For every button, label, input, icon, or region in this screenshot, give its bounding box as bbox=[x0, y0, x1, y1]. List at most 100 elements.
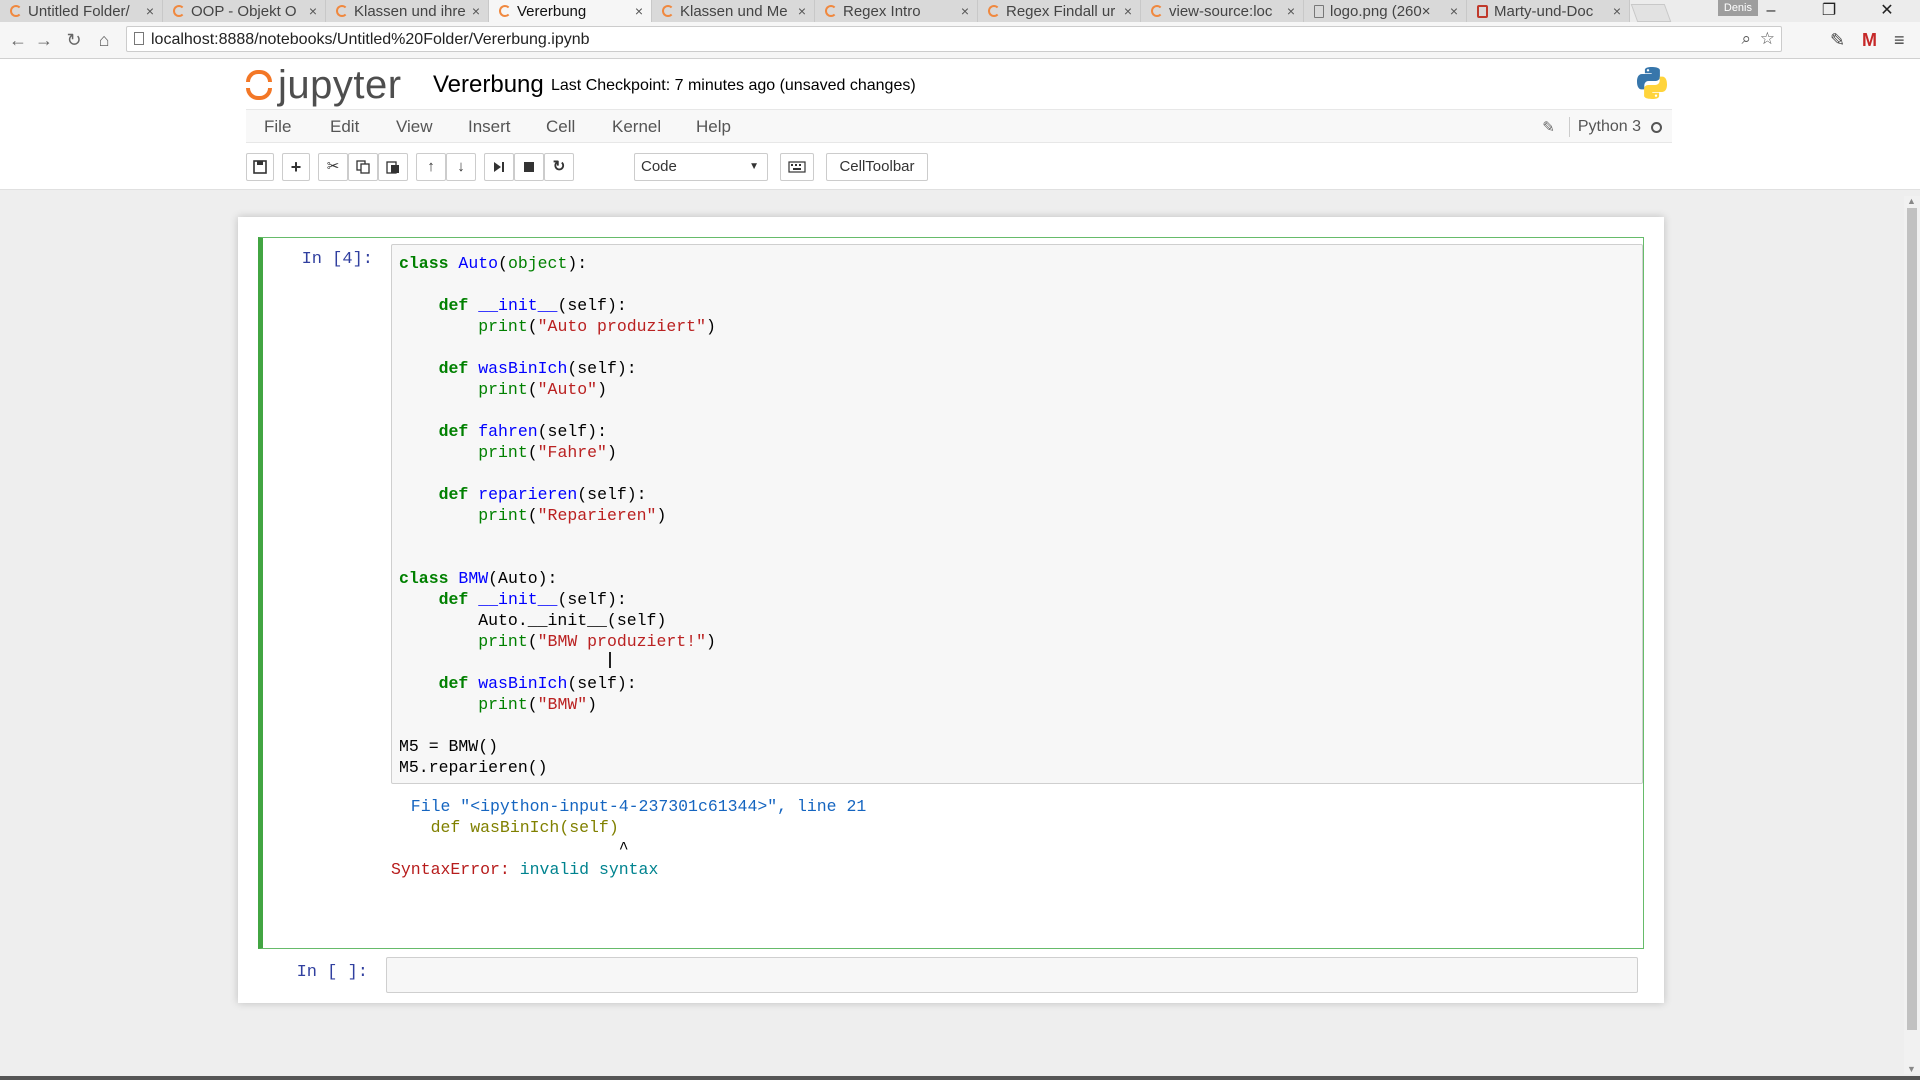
kernel-name[interactable]: Python 3 bbox=[1578, 118, 1641, 136]
scissors-icon: ✂ bbox=[326, 158, 340, 175]
stop-icon bbox=[524, 162, 534, 173]
move-up-button[interactable]: ↑ bbox=[416, 153, 446, 181]
omnibox[interactable]: ⌕ ☆ bbox=[126, 26, 1782, 52]
browser-tab[interactable]: logo.png (260× × bbox=[1304, 0, 1467, 22]
back-icon[interactable]: ← bbox=[6, 28, 30, 52]
tab-label: Marty-und-Doc bbox=[1494, 2, 1594, 20]
close-tab-icon[interactable]: × bbox=[631, 3, 647, 19]
code-cell-empty[interactable]: In [ ]: bbox=[258, 953, 1644, 997]
menu-help[interactable]: Help bbox=[696, 117, 731, 137]
close-tab-icon[interactable]: × bbox=[1446, 3, 1462, 19]
close-tab-icon[interactable]: × bbox=[1283, 3, 1299, 19]
scroll-up-icon[interactable]: ▲ bbox=[1907, 196, 1916, 206]
browser-tab[interactable]: Marty-und-Doc × bbox=[1467, 0, 1630, 22]
copy-icon bbox=[356, 160, 370, 174]
input-prompt: In [4]: bbox=[301, 250, 373, 269]
code-cell-selected[interactable]: In [4]: class Auto(object): def __init__… bbox=[258, 237, 1644, 949]
minimize-button[interactable]: – bbox=[1742, 0, 1800, 22]
browser-tab[interactable]: Untitled Folder/ × bbox=[0, 0, 163, 22]
notebook-title[interactable]: Vererbung bbox=[433, 71, 544, 99]
scroll-down-icon[interactable]: ▼ bbox=[1907, 1064, 1916, 1074]
new-tab-button[interactable] bbox=[1630, 4, 1672, 22]
input-prompt-empty: In [ ]: bbox=[296, 963, 368, 982]
vertical-scrollbar[interactable]: ▲ ▼ bbox=[1904, 196, 1920, 1074]
scrollbar-thumb[interactable] bbox=[1907, 208, 1917, 1030]
browser-menu-icon[interactable]: ≡ bbox=[1894, 30, 1905, 50]
python-logo-icon bbox=[1637, 67, 1667, 99]
traceback-caret: ^ bbox=[391, 839, 629, 858]
jupyter-icon bbox=[1151, 5, 1163, 17]
kernel-indicator: ✎ Python 3 bbox=[1542, 117, 1662, 137]
browser-tab-strip: Untitled Folder/× OOP - Objekt O × Klassen … bbox=[0, 0, 1920, 22]
restore-button[interactable]: ❐ bbox=[1800, 0, 1858, 22]
menu-bar: ✎ Python 3 File Edit View Insert Cell Kernel H… bbox=[246, 109, 1672, 143]
insert-cell-button[interactable]: + bbox=[282, 153, 310, 181]
bookmark-star-icon[interactable]: ☆ bbox=[1760, 29, 1775, 49]
browser-tab[interactable]: Klassen und Me × bbox=[652, 0, 815, 22]
paste-button[interactable] bbox=[378, 153, 408, 181]
run-cell-button[interactable] bbox=[484, 153, 514, 181]
browser-tab[interactable]: Vererbung × bbox=[489, 0, 652, 22]
menu-edit[interactable]: Edit bbox=[330, 117, 359, 137]
save-button[interactable] bbox=[246, 153, 274, 181]
jupyter-icon bbox=[10, 5, 22, 17]
close-window-button[interactable]: ✕ bbox=[1858, 0, 1916, 22]
code-editor-empty[interactable] bbox=[386, 957, 1638, 993]
jupyter-logo-icon bbox=[246, 70, 272, 100]
close-tab-icon[interactable]: × bbox=[1609, 3, 1625, 19]
file-icon bbox=[1314, 4, 1324, 18]
menu-cell[interactable]: Cell bbox=[546, 117, 575, 137]
command-palette-button[interactable] bbox=[780, 153, 814, 181]
menu-insert[interactable]: Insert bbox=[468, 117, 511, 137]
gmail-extension-icon[interactable]: M bbox=[1862, 30, 1877, 50]
jupyter-logo[interactable]: jupyter bbox=[246, 63, 402, 107]
browser-tab[interactable]: view-source:loc × bbox=[1141, 0, 1304, 22]
zoom-icon[interactable]: ⌕ bbox=[1741, 29, 1751, 49]
step-forward-icon bbox=[494, 162, 504, 173]
home-icon[interactable]: ⌂ bbox=[92, 28, 116, 52]
close-tab-icon[interactable]: × bbox=[142, 3, 158, 19]
refresh-icon: ↻ bbox=[552, 158, 566, 175]
cell-output: File "<ipython-input-4-237301c61344>", l… bbox=[391, 796, 866, 880]
tab-label: Regex Findall ur bbox=[1006, 2, 1116, 20]
text-cursor-icon bbox=[609, 652, 611, 668]
menu-view[interactable]: View bbox=[396, 117, 433, 137]
jupyter-wordmark: jupyter bbox=[278, 62, 402, 107]
close-tab-icon[interactable]: × bbox=[305, 3, 321, 19]
traceback-file-line: File "<ipython-input-4-237301c61344>", l… bbox=[391, 797, 867, 816]
extension-pen-icon[interactable]: ✎ bbox=[1830, 30, 1845, 50]
chevron-down-icon: ▼ bbox=[749, 161, 759, 172]
tab-label: Klassen und ihre bbox=[354, 2, 466, 20]
code-editor[interactable]: class Auto(object): def __init__(self): … bbox=[391, 244, 1643, 784]
interrupt-kernel-button[interactable] bbox=[514, 153, 544, 181]
tab-label: Regex Intro bbox=[843, 2, 921, 20]
move-down-button[interactable]: ↓ bbox=[446, 153, 476, 181]
error-message: invalid syntax bbox=[519, 860, 659, 879]
menu-file[interactable]: File bbox=[264, 117, 291, 137]
restart-kernel-button[interactable]: ↻ bbox=[544, 153, 574, 181]
page-icon bbox=[134, 32, 144, 45]
browser-tab[interactable]: Klassen und ihre × bbox=[326, 0, 489, 22]
tab-label: view-source:loc bbox=[1169, 2, 1273, 20]
arrow-up-icon: ↑ bbox=[427, 158, 435, 175]
traceback-source-line: def wasBinIch(self) bbox=[391, 818, 619, 837]
celltoolbar-button[interactable]: CellToolbar bbox=[826, 153, 928, 181]
close-tab-icon[interactable]: × bbox=[957, 3, 973, 19]
close-tab-icon[interactable]: × bbox=[468, 3, 484, 19]
url-input[interactable] bbox=[149, 29, 1713, 51]
pdf-icon bbox=[1477, 4, 1488, 18]
menu-kernel[interactable]: Kernel bbox=[612, 117, 661, 137]
code-text[interactable]: class Auto(object): def __init__(self): … bbox=[399, 253, 716, 778]
close-tab-icon[interactable]: × bbox=[794, 3, 810, 19]
copy-button[interactable] bbox=[348, 153, 378, 181]
browser-tab[interactable]: OOP - Objekt O × bbox=[163, 0, 326, 22]
cell-type-select[interactable]: Code ▼ bbox=[634, 153, 768, 181]
close-tab-icon[interactable]: × bbox=[1120, 3, 1136, 19]
reload-icon[interactable]: ↻ bbox=[62, 28, 86, 52]
browser-tab[interactable]: Regex Intro × bbox=[815, 0, 978, 22]
cut-button[interactable]: ✂ bbox=[318, 153, 348, 181]
tab-label: logo.png (260× bbox=[1330, 2, 1431, 20]
browser-tab[interactable]: Regex Findall ur × bbox=[978, 0, 1141, 22]
forward-icon[interactable]: → bbox=[32, 28, 56, 52]
cell-type-value: Code bbox=[641, 158, 677, 175]
